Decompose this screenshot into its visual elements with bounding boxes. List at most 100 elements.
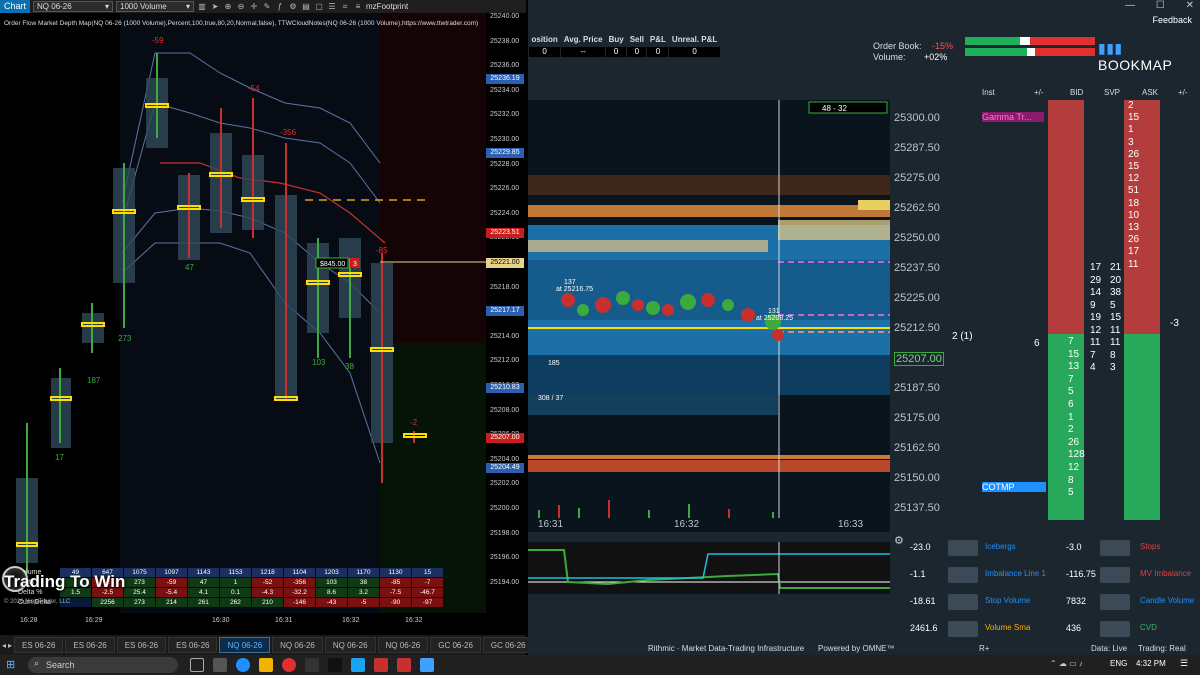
interval-selector[interactable]: 1000 Volume ▾: [116, 1, 195, 12]
strategy-icon[interactable]: ⚙: [288, 2, 298, 12]
ask-size: 11: [1128, 258, 1139, 270]
position-table: osition Avg. Price Buy Sell P&L Unreal. P&L 0…: [527, 34, 721, 58]
tabs-next-icon[interactable]: ▸: [8, 641, 12, 650]
close-icon[interactable]: ✕: [1186, 0, 1194, 11]
tabs-prev-icon[interactable]: ◂: [2, 641, 6, 650]
data-box-icon[interactable]: ▢: [314, 2, 324, 12]
dom-header[interactable]: +/-: [1178, 88, 1188, 97]
heatmap-chart[interactable]: 48 - 32 137 at 25216.75 131 at 25208.25 …: [528, 100, 890, 520]
minimize-icon[interactable]: —: [1125, 0, 1135, 11]
svp-bid-value: 38: [1110, 287, 1122, 298]
dom-header[interactable]: BID: [1070, 88, 1083, 97]
chart-tab[interactable]: NQ 06-26: [219, 637, 271, 653]
chrome-icon[interactable]: [282, 658, 296, 672]
pointer-icon[interactable]: ➤: [210, 2, 220, 12]
stats-cell: -97: [412, 598, 443, 607]
indicator-toggle[interactable]: [1100, 621, 1130, 637]
folder-icon[interactable]: [259, 658, 273, 672]
indicator-name: CVD: [1140, 623, 1157, 632]
zoom-in-icon[interactable]: ⊕: [223, 2, 233, 12]
zoom-out-icon[interactable]: ⊖: [236, 2, 246, 12]
price-axis[interactable]: 25240.00 25238.00 25236.00 25234.00 25232.00…: [486, 13, 526, 613]
stats-cell: -85: [380, 578, 411, 587]
svp-bid-value: 21: [1110, 262, 1122, 273]
heat-band: [528, 205, 890, 217]
chart-tab[interactable]: NQ 06-26: [324, 637, 376, 653]
chart-tab[interactable]: NQ 06-26: [377, 637, 429, 653]
bookmap-icon[interactable]: [420, 658, 434, 672]
copyright: © 2026 NinjaTrader, LLC: [4, 599, 71, 605]
price-tick-label: 25228.00: [490, 160, 520, 168]
indicator-icon[interactable]: ƒ: [275, 2, 285, 12]
file-explorer-icon[interactable]: [213, 658, 227, 672]
crosshair-icon[interactable]: ✛: [249, 2, 259, 12]
bid-size: 1: [1068, 411, 1074, 423]
clock[interactable]: 4:32 PM: [1136, 659, 1166, 668]
telegram-icon[interactable]: [351, 658, 365, 672]
price-tick-label: 25234.00: [490, 86, 520, 94]
chart-tab[interactable]: GC 06-26: [430, 637, 481, 653]
bar-chart-icon[interactable]: ▥: [197, 2, 207, 12]
ask-column: [1048, 100, 1084, 334]
notification-icon[interactable]: ☰: [1180, 658, 1188, 669]
dom-header[interactable]: +/-: [1034, 88, 1044, 97]
menu-icon[interactable]: ≡: [353, 2, 363, 12]
dom-header[interactable]: SVP: [1104, 88, 1120, 97]
stats-cell: -356: [284, 578, 315, 587]
price-chart-plot[interactable]: -59 -54 -356 -85 -2 17 187 273 47 103 38…: [0, 13, 486, 613]
price-ladder-label: 25237.50: [894, 262, 940, 274]
maximize-icon[interactable]: ☐: [1156, 0, 1165, 11]
bid-size: 5: [1068, 487, 1074, 499]
indicator-toggle[interactable]: [948, 567, 978, 583]
indicator-name: Icebergs: [985, 542, 1016, 551]
indicator-toggle[interactable]: [948, 540, 978, 556]
chart-tab[interactable]: GC 06-26: [482, 637, 534, 653]
tradingview-icon[interactable]: [328, 658, 342, 672]
template-icon[interactable]: ▤: [301, 2, 311, 12]
indicator-toggle[interactable]: [1100, 594, 1130, 610]
dom-ladder[interactable]: Inst +/- BID SVP ASK +/- 2 15 1 3 26 15 12 51 18 10 13 26…: [952, 86, 1200, 520]
windows-start-icon[interactable]: ⊞: [6, 658, 15, 671]
ask-size: 1: [1128, 124, 1134, 136]
heat-band: [528, 460, 890, 472]
price-ladder-axis[interactable]: 25300.00 25287.50 25275.00 25262.50 25250.00…: [890, 100, 952, 520]
task-view-icon[interactable]: [190, 658, 204, 672]
position-value: 0: [668, 45, 721, 58]
indicator-toggle[interactable]: [1100, 540, 1130, 556]
chart-tab[interactable]: ES 06-26: [14, 637, 64, 653]
ninjatrader-chart-icon[interactable]: [397, 658, 411, 672]
stats-cell: 261: [188, 598, 219, 607]
indicator-toggle[interactable]: [948, 621, 978, 637]
chart-tab[interactable]: NQ 06-26: [272, 637, 323, 653]
watermark-text: Trading To Win: [4, 572, 126, 591]
bookmap-titlebar: — ☐ ✕: [528, 0, 1200, 14]
app-icon[interactable]: [305, 658, 319, 672]
properties-icon[interactable]: ☰: [327, 2, 337, 12]
grid-icon[interactable]: ⌗: [340, 2, 350, 12]
ask-size: 17: [1128, 246, 1140, 258]
indicator-toggle[interactable]: [1100, 567, 1130, 583]
drawing-tool-icon[interactable]: ✎: [262, 2, 272, 12]
tray-icons[interactable]: ⌃ ☁ ▭ ♪: [1050, 659, 1083, 668]
chart-tab[interactable]: ES 06-26: [65, 637, 115, 653]
dom-header[interactable]: ASK: [1142, 88, 1158, 97]
edge-icon[interactable]: [236, 658, 250, 672]
instrument-selector[interactable]: NQ 06-26 ▾: [33, 1, 114, 12]
bid-size: 13: [1068, 361, 1080, 373]
stats-cell: 1153: [220, 568, 251, 577]
range-box: [808, 101, 888, 114]
position-value: 0: [626, 45, 648, 58]
chart-tab[interactable]: ES 06-26: [168, 637, 218, 653]
cvd-subchart[interactable]: [528, 542, 890, 594]
chart-tab[interactable]: ES 06-26: [116, 637, 167, 653]
time-axis[interactable]: 16:28 16:29 16:30 16:31 16:32 16:32: [0, 613, 526, 635]
taskbar-search[interactable]: Search: [28, 657, 178, 673]
indicator-toggle[interactable]: [948, 594, 978, 610]
position-header: P&L: [649, 35, 666, 45]
indicator-name: Volume Sma: [985, 623, 1031, 632]
settings-gear-icon[interactable]: ⚙: [894, 534, 904, 547]
ninjatrader-icon[interactable]: [374, 658, 388, 672]
feedback-link[interactable]: Feedback: [1152, 15, 1192, 25]
dom-header[interactable]: Inst: [982, 88, 995, 97]
language-indicator[interactable]: ENG: [1110, 659, 1127, 668]
